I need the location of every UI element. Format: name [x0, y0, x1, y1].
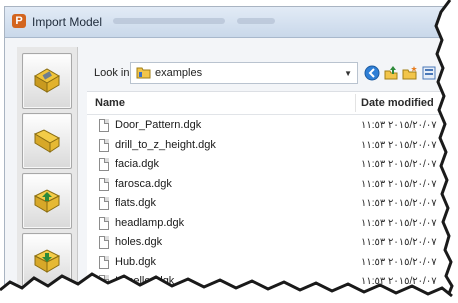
file-name: Impeller.dgk — [115, 275, 175, 287]
file-row[interactable]: holes.dgk ٢٠١٥/٢٠/٠٧ ١١:٥٣ — [87, 233, 451, 253]
list-header: Name Date modified — [87, 92, 451, 115]
file-name: facia.dgk — [115, 158, 160, 170]
file-row[interactable]: Impeller.dgk ٢٠١٥/٢٠/٠٧ ١١:٥٣ — [87, 272, 451, 292]
look-in-value: examples — [155, 67, 203, 79]
file-icon — [99, 158, 109, 171]
file-row[interactable]: farosca.dgk ٢٠١٥/٢٠/٠٧ ١١:٥٣ — [87, 175, 451, 195]
open-folder-icon — [33, 129, 61, 153]
file-name: headlamp.dgk — [115, 216, 185, 229]
blurred-title-text — [113, 18, 225, 24]
file-icon — [99, 294, 109, 297]
file-icon — [99, 275, 109, 288]
file-date-modified: ٢٠١٥/٢٠/٠٧ ١١:٥٣ — [361, 237, 437, 248]
file-name: drill_to_z_height.dgk — [115, 138, 216, 151]
file-date-modified: ٢٠١٥/٢٠/٠٧ ١١:٥٣ — [361, 296, 437, 298]
column-header-date-modified[interactable]: Date modified — [361, 97, 434, 109]
file-date-modified: ٢٠١٥/٢٠/٠٧ ١١:٥٣ — [361, 159, 437, 170]
window-title: Import Model — [32, 15, 103, 29]
look-in-dropdown[interactable]: examples ▼ — [130, 62, 358, 84]
file-name: Door_Pattern.dgk — [115, 119, 202, 131]
column-header-name[interactable]: Name — [95, 97, 125, 109]
place-button-down[interactable] — [22, 233, 72, 289]
folder-icon — [136, 67, 151, 79]
places-bar — [17, 47, 78, 297]
file-date-modified: ٢٠١٥/٢٠/٠٧ ١١:٥٣ — [361, 178, 437, 190]
file-rows: Door_Pattern.dgk ٢٠١٥/٢٠/٠٧ ١١:٥٣ drill_to… — [87, 116, 451, 298]
file-date-modified: ٢٠١٥/٢٠/٠٧ ١١:٥٣ — [361, 256, 437, 268]
file-row[interactable]: drill_to_z_height.dgk ٢٠١٥/٢٠/٠٧ ١١:٥٣ — [87, 136, 451, 156]
blurred-title-text — [237, 18, 275, 24]
model-folder-icon — [34, 68, 60, 93]
place-button-models[interactable] — [22, 53, 72, 109]
import-model-dialog: P Import Model Look in: examples ▼ Name … — [4, 6, 452, 298]
up-arrow-folder-icon — [33, 189, 61, 213]
place-button-open[interactable] — [22, 113, 72, 169]
down-arrow-folder-icon — [33, 249, 61, 273]
file-date-modified: ٢٠١٥/٢٠/٠٧ ١١:٥٣ — [361, 217, 437, 229]
look-in-label: Look in: — [94, 67, 133, 79]
file-row[interactable]: facia.dgk ٢٠١٥/٢٠/٠٧ ١١:٥٣ — [87, 155, 451, 175]
title-bar[interactable]: P Import Model — [5, 7, 451, 38]
file-row[interactable]: knob.dgk ٢٠١٥/٢٠/٠٧ ١١:٥٣ — [87, 292, 451, 298]
view-menu-icon[interactable] — [421, 65, 437, 81]
file-icon — [99, 119, 109, 132]
file-row[interactable]: flats.dgk ٢٠١٥/٢٠/٠٧ ١١:٥٣ — [87, 194, 451, 214]
file-icon — [99, 138, 109, 152]
file-name: holes.dgk — [115, 236, 163, 248]
chevron-down-icon[interactable]: ▼ — [344, 69, 352, 78]
file-icon — [99, 177, 109, 191]
file-list[interactable]: Name Date modified Door_Pattern.dgk ٢٠١٥/… — [87, 91, 451, 298]
file-name: farosca.dgk — [115, 177, 172, 190]
column-divider[interactable] — [355, 94, 356, 112]
up-folder-icon[interactable] — [383, 65, 399, 81]
place-button-up[interactable] — [22, 173, 72, 229]
file-name: flats.dgk — [115, 197, 156, 209]
file-row[interactable]: headlamp.dgk ٢٠١٥/٢٠/٠٧ ١١:٥٣ — [87, 214, 451, 234]
file-date-modified: ٢٠١٥/٢٠/٠٧ ١١:٥٣ — [361, 139, 437, 151]
file-icon — [99, 236, 109, 249]
file-date-modified: ٢٠١٥/٢٠/٠٧ ١١:٥٣ — [361, 120, 437, 131]
new-folder-icon[interactable] — [402, 65, 418, 81]
file-icon — [99, 216, 109, 230]
file-name: knob.dgk — [115, 295, 160, 298]
file-date-modified: ٢٠١٥/٢٠/٠٧ ١١:٥٣ — [361, 198, 437, 209]
file-name: Hub.dgk — [115, 255, 156, 268]
app-logo-icon: P — [12, 14, 26, 28]
file-date-modified: ٢٠١٥/٢٠/٠٧ ١١:٥٣ — [361, 276, 437, 287]
file-icon — [99, 197, 109, 210]
file-row[interactable]: Door_Pattern.dgk ٢٠١٥/٢٠/٠٧ ١١:٥٣ — [87, 116, 451, 136]
back-arrow-icon[interactable] — [364, 65, 380, 81]
file-icon — [99, 255, 109, 269]
file-row[interactable]: Hub.dgk ٢٠١٥/٢٠/٠٧ ١١:٥٣ — [87, 253, 451, 273]
